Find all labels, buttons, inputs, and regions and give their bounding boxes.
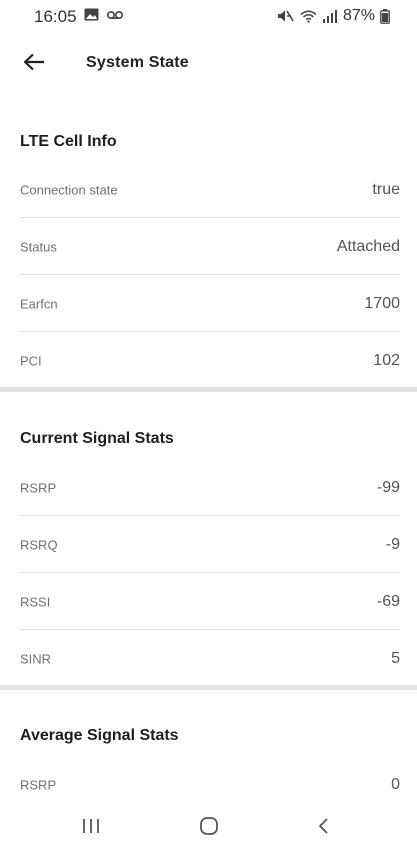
section-divider [0, 387, 417, 392]
row-value: 1700 [364, 294, 400, 312]
gallery-icon [84, 8, 99, 21]
row-label: Earfcn [20, 296, 58, 311]
row-label: RSRP [20, 777, 57, 792]
row-label: Connection state [20, 182, 118, 197]
arrow-left-icon [23, 53, 45, 76]
row-value: 5 [391, 649, 400, 667]
voicemail-icon [107, 10, 123, 20]
row-label: RSSI [20, 594, 51, 609]
section-title-average-signal-stats: Average Signal Stats [20, 727, 179, 744]
navigation-bar [0, 800, 417, 841]
row-label: PCI [20, 353, 42, 368]
list-item: Connection state true [20, 161, 400, 218]
section-divider [0, 685, 417, 690]
row-label: SINR [20, 651, 52, 666]
status-right-icons: 87% [277, 7, 390, 25]
list-item: RSRQ -9 [20, 516, 400, 573]
row-value: true [372, 180, 400, 198]
wifi-icon [300, 9, 317, 23]
row-label: Status [20, 239, 57, 254]
row-value: 0 [391, 775, 400, 793]
back-icon [317, 817, 331, 840]
app-bar: System State [0, 38, 417, 90]
row-value: -99 [376, 478, 400, 496]
row-label: RSRQ [20, 537, 58, 552]
battery-percent: 87% [342, 7, 375, 24]
home-icon [199, 816, 219, 840]
list-item: Status Attached [20, 218, 400, 275]
mute-icon [277, 9, 295, 23]
status-left-icons [84, 8, 123, 21]
list-item: RSRP -99 [20, 459, 400, 516]
list-item: RSSI -69 [20, 573, 400, 630]
list-item: Earfcn 1700 [20, 275, 400, 332]
battery-icon [380, 8, 390, 24]
row-value: Attached [336, 237, 400, 255]
home-button[interactable] [189, 814, 229, 841]
status-bar: 16:05 87% [0, 0, 417, 36]
row-label: RSRP [20, 480, 57, 495]
row-value: -69 [376, 592, 400, 610]
recents-button[interactable] [71, 814, 111, 841]
list-item: PCI 102 [20, 332, 400, 389]
section-title-lte-cell-info: LTE Cell Info [20, 133, 117, 150]
row-value: 102 [373, 351, 400, 369]
recents-icon [81, 818, 101, 839]
back-button[interactable] [18, 49, 50, 79]
row-value: -9 [385, 535, 400, 553]
nav-back-button[interactable] [304, 814, 344, 841]
list-item: SINR 5 [20, 630, 400, 687]
signal-icon [322, 9, 338, 23]
page-title: System State [86, 54, 189, 71]
section-title-current-signal-stats: Current Signal Stats [20, 430, 174, 447]
screen: 16:05 87% System State LTE Cell Info Con… [0, 0, 417, 841]
status-time: 16:05 [34, 7, 77, 26]
